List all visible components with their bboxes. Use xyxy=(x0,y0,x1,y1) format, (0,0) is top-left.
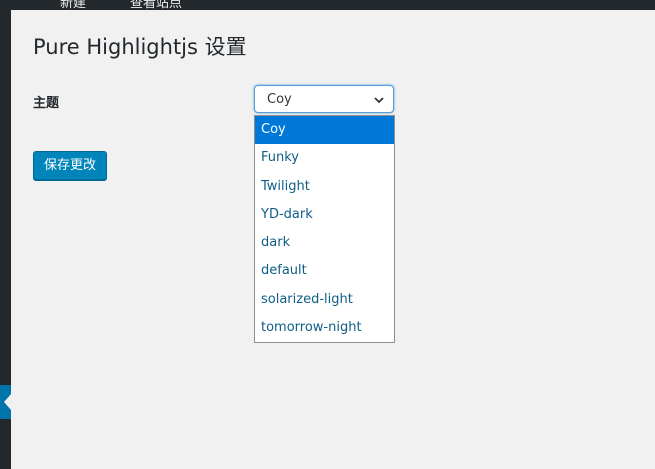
theme-select[interactable]: Coy xyxy=(254,85,394,113)
theme-option-tomorrow-night[interactable]: tomorrow-night xyxy=(255,314,394,342)
admin-sidebar xyxy=(0,10,11,469)
chevron-down-icon xyxy=(374,97,384,104)
active-menu-pointer-icon xyxy=(4,394,11,410)
theme-option-solarized-light[interactable]: solarized-light xyxy=(255,286,394,314)
theme-option-yd-dark[interactable]: YD-dark xyxy=(255,201,394,229)
admin-top-bar: 新建 查看站点 xyxy=(0,0,655,10)
admin-bar-view-site-link[interactable]: 查看站点 xyxy=(130,0,182,10)
theme-option-dark[interactable]: dark xyxy=(255,229,394,257)
theme-select-value: Coy xyxy=(267,92,292,107)
theme-option-coy[interactable]: Coy xyxy=(255,116,394,145)
theme-option-funky[interactable]: Funky xyxy=(255,144,394,172)
admin-bar-new-link[interactable]: 新建 xyxy=(60,0,86,10)
page-title: Pure Highlightjs 设置 xyxy=(33,35,247,59)
theme-label: 主题 xyxy=(33,96,60,111)
save-changes-button[interactable]: 保存更改 xyxy=(33,151,108,180)
theme-dropdown-list: Coy Funky Twilight YD-dark dark default … xyxy=(254,115,395,344)
theme-option-default[interactable]: default xyxy=(255,257,394,285)
theme-option-twilight[interactable]: Twilight xyxy=(255,173,394,201)
